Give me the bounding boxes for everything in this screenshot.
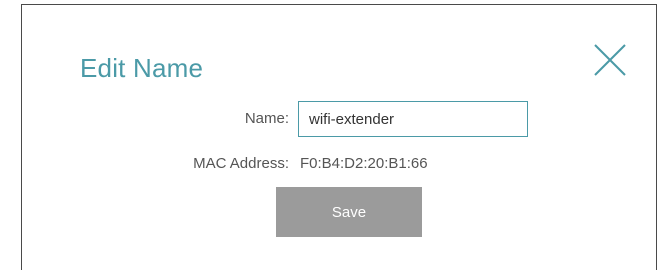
name-label: Name:: [244, 110, 289, 127]
mac-address-label: MAC Address:: [193, 155, 289, 172]
close-icon[interactable]: [592, 42, 628, 78]
edit-name-dialog: Edit Name Name: MAC Address: F0:B4:D2:20…: [21, 4, 657, 270]
name-input[interactable]: [298, 101, 528, 137]
save-button[interactable]: Save: [276, 187, 422, 237]
dialog-title: Edit Name: [80, 53, 204, 83]
mac-address-value: F0:B4:D2:20:B1:66: [300, 155, 428, 172]
page: Edit Name Name: MAC Address: F0:B4:D2:20…: [0, 0, 672, 270]
